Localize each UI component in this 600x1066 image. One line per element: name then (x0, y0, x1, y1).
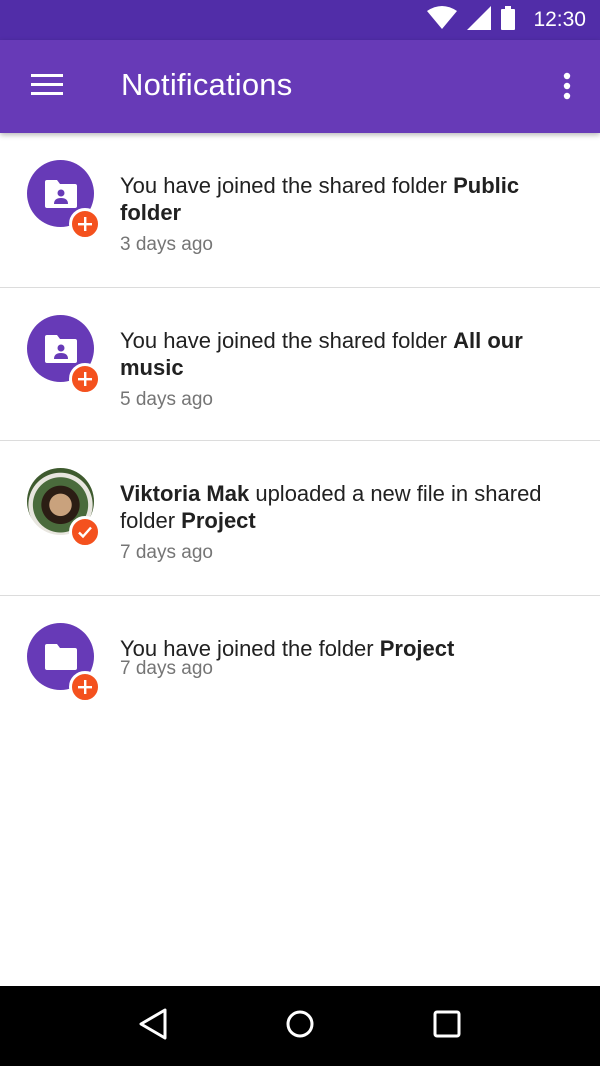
notification-item[interactable]: Viktoria Mak uploaded a new file in shar… (0, 441, 600, 596)
back-button[interactable] (123, 996, 183, 1056)
notification-item[interactable]: You have joined the folder Project 7 day… (0, 596, 600, 726)
recents-button[interactable] (417, 996, 477, 1056)
more-vert-icon (563, 72, 571, 104)
menu-button[interactable] (20, 65, 74, 109)
recents-square-icon (433, 1010, 461, 1042)
notification-time: 7 days ago (120, 658, 213, 679)
plus-icon (69, 208, 101, 240)
cellular-signal-icon (467, 6, 492, 34)
check-icon (69, 516, 101, 548)
notification-text: Viktoria Mak uploaded a new file in shar… (120, 481, 542, 533)
system-navigation-bar (0, 986, 600, 1066)
app-bar: Notifications (0, 40, 600, 133)
status-time: 12:30 (533, 8, 586, 31)
back-triangle-icon (137, 1007, 169, 1045)
notification-time: 7 days ago (120, 542, 213, 563)
notification-list: You have joined the shared folder Public… (0, 133, 600, 726)
user-name: Viktoria Mak (120, 481, 250, 506)
battery-icon (501, 6, 516, 34)
home-button[interactable] (270, 996, 330, 1056)
notification-item[interactable]: You have joined the shared folder All ou… (0, 288, 600, 441)
notification-time: 5 days ago (120, 389, 213, 410)
folder-name: Project (379, 636, 455, 661)
status-bar: 12:30 (0, 0, 600, 40)
wifi-icon (427, 6, 458, 34)
overflow-menu-button[interactable] (552, 68, 582, 108)
notification-text: You have joined the shared folder Public… (120, 173, 520, 225)
plus-icon (69, 363, 101, 395)
notification-text: You have joined the shared folder All ou… (120, 328, 523, 380)
notification-item[interactable]: You have joined the shared folder Public… (0, 133, 600, 288)
notification-time: 3 days ago (120, 234, 213, 255)
home-circle-icon (285, 1009, 315, 1043)
hamburger-menu-icon (31, 74, 63, 100)
folder-name: Project (181, 508, 256, 533)
plus-icon (69, 671, 101, 703)
page-title: Notifications (121, 67, 293, 102)
